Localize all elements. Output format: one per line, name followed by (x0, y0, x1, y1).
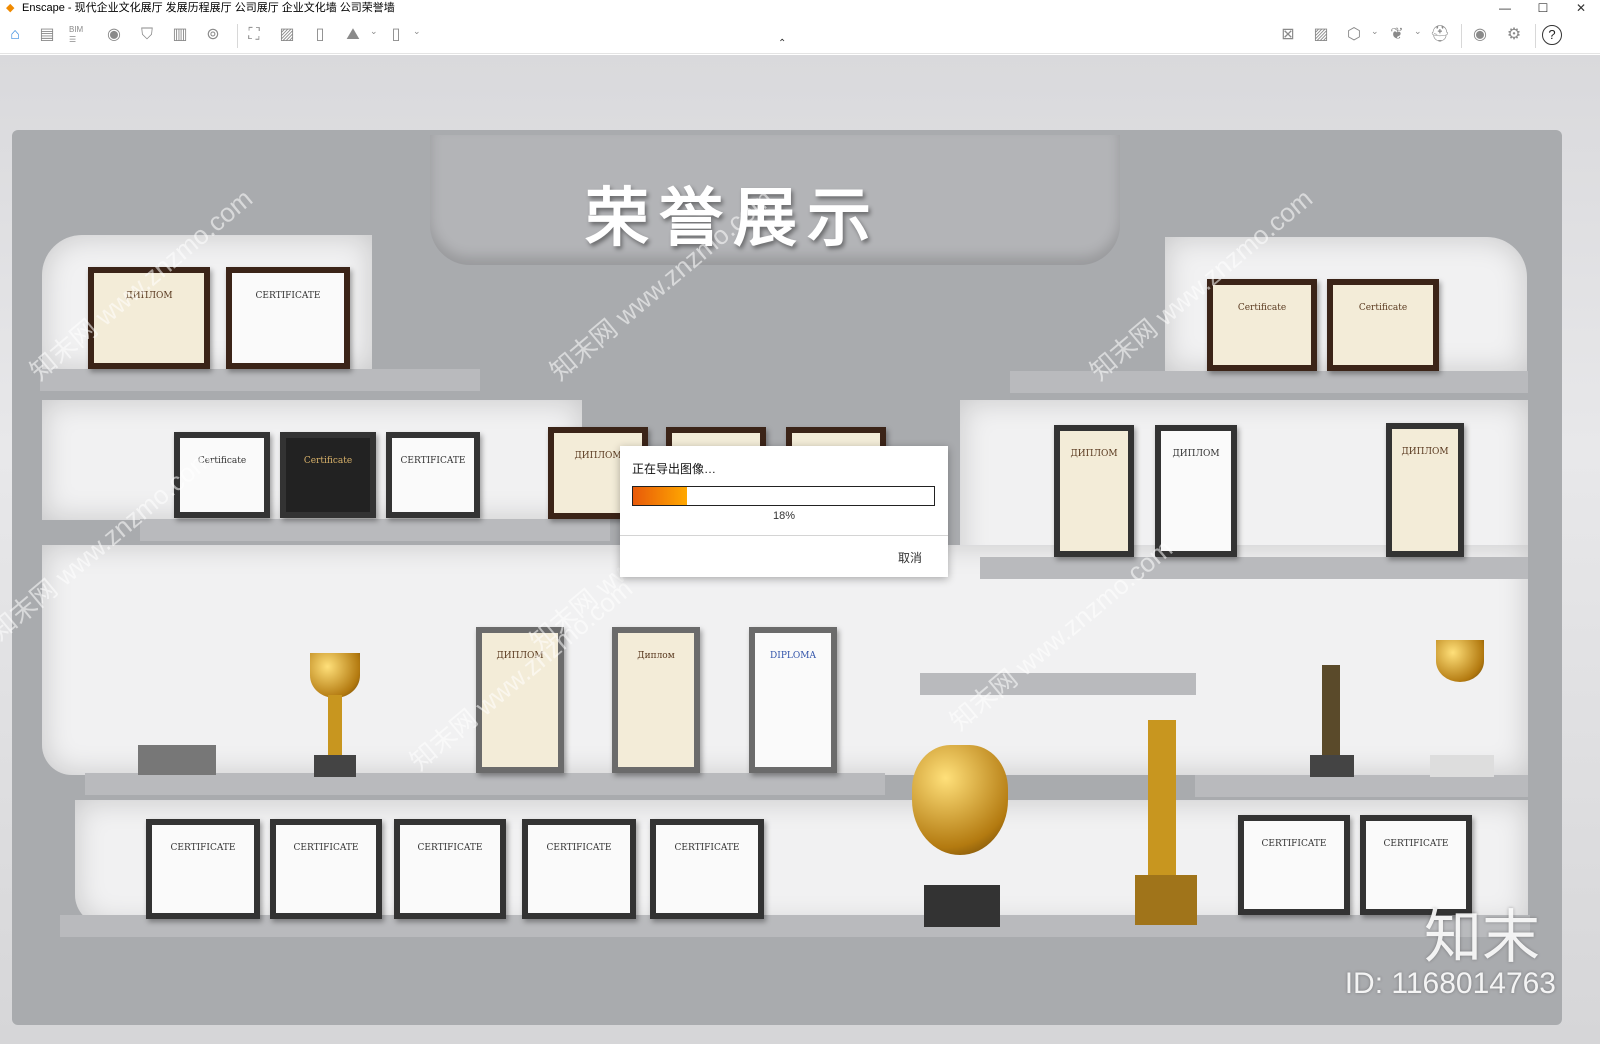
bim-label: BIM (69, 25, 84, 34)
shelf (85, 773, 885, 795)
bim-icon[interactable]: BIM ☰ (69, 25, 91, 45)
batch-render-icon[interactable]: ▨ (276, 25, 298, 45)
certificate-frame: CERTIFICATE (650, 819, 764, 919)
dialog-title: 正在导出图像… (632, 462, 717, 476)
exe-export-icon[interactable]: ▯ (385, 25, 407, 45)
shelf (140, 519, 610, 541)
divider (620, 535, 948, 536)
certificate-frame: ДИПЛОМ (1054, 425, 1134, 557)
views-icon[interactable]: ◉ (103, 25, 125, 45)
brand-watermark: 知末 (1423, 905, 1540, 970)
cube-icon[interactable]: ⬡ (1343, 25, 1365, 45)
certificate-frame: CERTIFICATE (1238, 815, 1350, 915)
shelf (40, 369, 480, 391)
certificate-frame: CERTIFICATE (226, 267, 350, 369)
close-button[interactable]: ✕ (1562, 0, 1600, 16)
chevron-down-icon[interactable]: ⌄ (1371, 26, 1379, 37)
cancel-button[interactable]: 取消 (898, 549, 922, 566)
shelf (1010, 371, 1528, 393)
toolbar: ⌂ ▤ BIM ☰ ◉ ⛉ ▥ ⊚ ⛶ ▨ ▯ ⛰ ⌄ ▯ ⌄ ⊠ ▨ ⬡ ⌄ ❦… (0, 16, 1600, 54)
certificate-frame: CERTIFICATE (522, 819, 636, 919)
certificate-frame: ДИПЛОМ (1386, 423, 1464, 557)
chevron-down-icon[interactable]: ⌄ (1414, 26, 1422, 37)
minimize-button[interactable]: — (1486, 0, 1524, 16)
screenshot-icon[interactable]: ⛶ (243, 25, 265, 45)
certificate-frame: CERTIFICATE (270, 819, 382, 919)
panorama-upload-icon[interactable]: ▯ (309, 25, 331, 45)
export-progress-dialog: 正在导出图像… 18% 取消 (620, 446, 948, 577)
assets-icon[interactable]: ⛉ (136, 25, 158, 45)
chevron-down-icon[interactable]: ⌄ (370, 26, 378, 37)
gallery-icon[interactable]: ▨ (1310, 25, 1332, 45)
maximize-button[interactable]: ☐ (1524, 0, 1562, 16)
divider (1535, 24, 1536, 48)
settings-icon[interactable]: ⚙ (1503, 25, 1525, 45)
map-icon[interactable]: ⊠ (1277, 25, 1299, 45)
certificate-frame: ДИПЛОМ (1155, 425, 1237, 557)
video-icon[interactable]: ⊚ (202, 25, 224, 45)
help-icon[interactable]: ? (1542, 25, 1562, 45)
divider (1461, 24, 1462, 48)
progress-fill (633, 487, 688, 505)
window-controls: — ☐ ✕ (1486, 0, 1600, 16)
collapse-toolbar-chevron-icon[interactable]: ⌃ (778, 38, 786, 49)
certificate-frame: Certificate (1327, 279, 1439, 371)
window-title: Enscape - 现代企业文化展厅 发展历程展厅 公司展厅 企业文化墙 公司荣… (22, 2, 395, 14)
divider (237, 24, 238, 48)
visual-settings-icon[interactable]: ◉ (1469, 25, 1491, 45)
vr-headset-icon[interactable]: ⛑ (1429, 25, 1451, 45)
home-icon[interactable]: ⌂ (4, 25, 26, 45)
certificate-frame: CERTIFICATE (394, 819, 506, 919)
certificate-frame: DIPLOMA (749, 627, 837, 773)
shelf (1195, 775, 1528, 797)
enscape-logo-icon: ◆ (6, 2, 15, 14)
title-bar: ◆ Enscape - 现代企业文化展厅 发展历程展厅 公司展厅 企业文化墙 公… (0, 0, 1600, 16)
progress-percent: 18% (772, 510, 796, 522)
certificate-frame: CERTIFICATE (386, 432, 480, 518)
asset-id: ID: 1168014763 (1344, 967, 1556, 1000)
notes-icon[interactable]: ▤ (36, 25, 58, 45)
certificate-frame: Certificate (280, 432, 376, 518)
certificate-frame: Диплом (612, 627, 700, 773)
shelf (980, 557, 1528, 579)
panorama-360-icon[interactable]: ⛰ (342, 25, 364, 45)
certificate-frame: Certificate (1207, 279, 1317, 371)
wings-icon[interactable]: ❦ (1386, 25, 1408, 45)
building-icon[interactable]: ▥ (169, 25, 191, 45)
chevron-down-icon[interactable]: ⌄ (413, 26, 421, 37)
export-progress-bar (632, 486, 935, 506)
certificate-frame: CERTIFICATE (146, 819, 260, 919)
